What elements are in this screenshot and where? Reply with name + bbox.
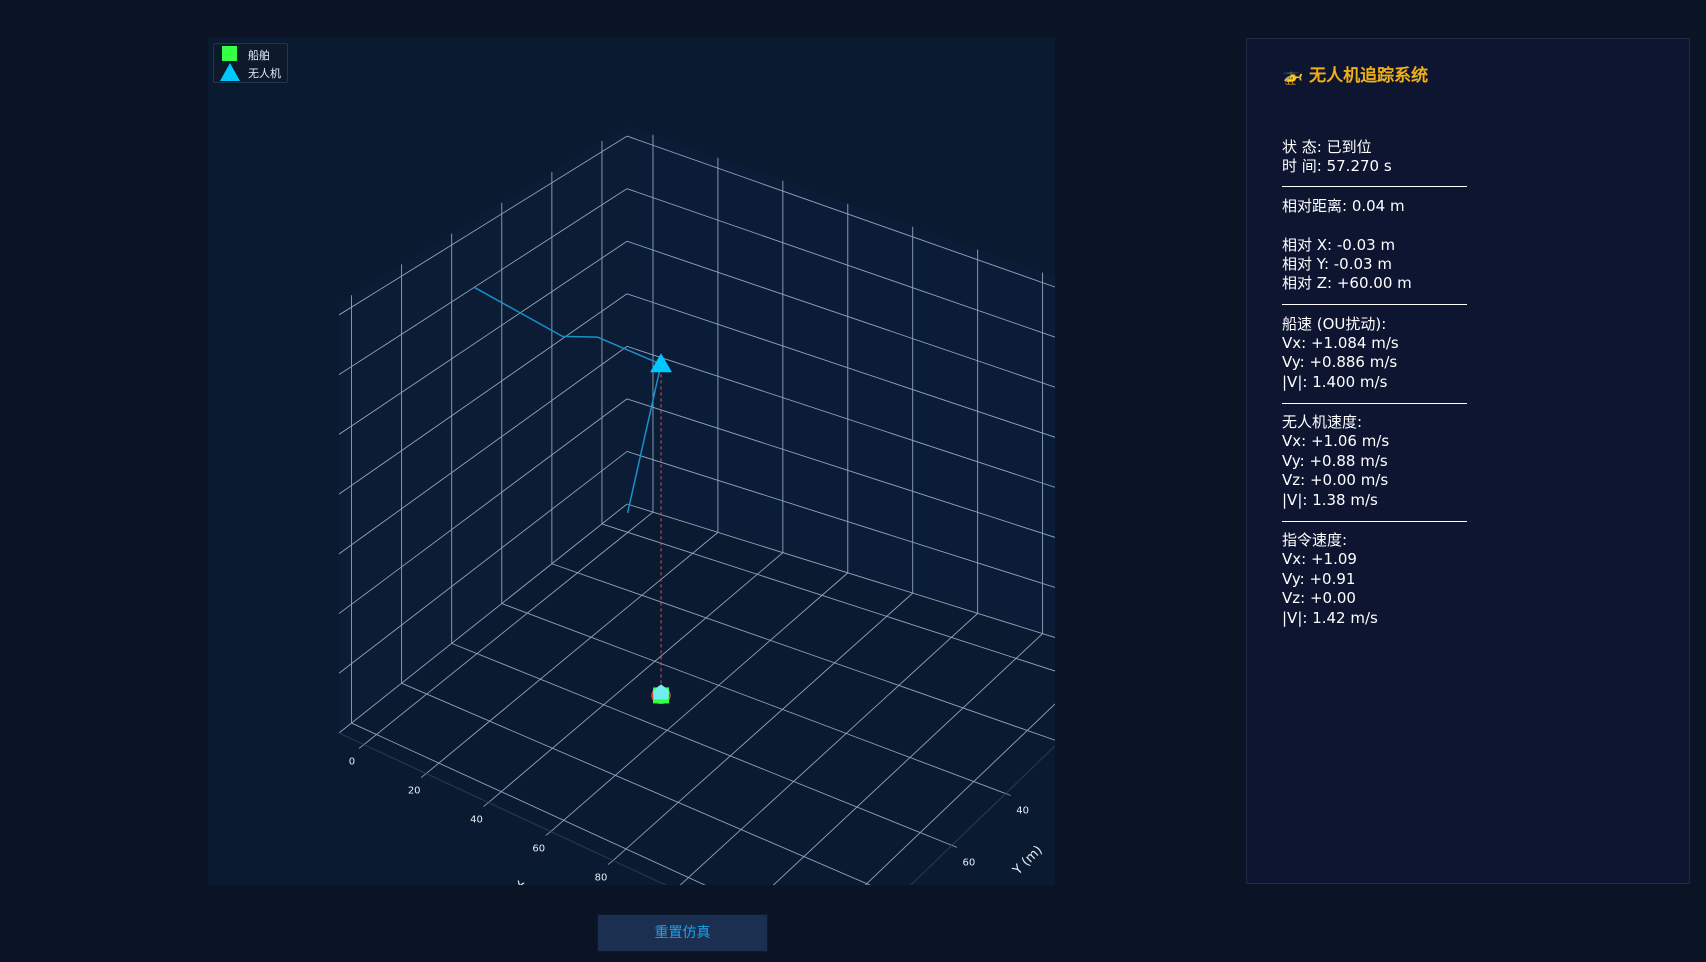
divider	[1282, 186, 1467, 187]
y-tick-label: 60	[963, 857, 976, 868]
x-tick-label: 80	[595, 873, 608, 884]
reset-simulation-button[interactable]: 重置仿真	[597, 914, 768, 952]
drone-vz-line: Vz: +0.00 m/s	[1282, 471, 1389, 489]
y-axis-label: Y (m)	[1010, 843, 1046, 879]
y-tick-label: 40	[1016, 806, 1029, 817]
x-tick-mark	[607, 860, 614, 865]
legend-label-ship: 船舶	[248, 49, 270, 62]
status-line: 状 态: 已到位	[1282, 138, 1372, 156]
y-tick-mark	[1005, 793, 1011, 796]
triangle-icon	[220, 63, 240, 81]
drone-v-line: |V|: 1.38 m/s	[1282, 491, 1378, 509]
drone-speed-header: 无人机速度:	[1282, 413, 1363, 431]
ship-v-line: |V|: 1.400 m/s	[1282, 373, 1388, 391]
x-tick-mark	[483, 802, 489, 807]
panel-title: 🚁 无人机追踪系统	[1282, 66, 1429, 86]
time-line: 时 间: 57.270 s	[1282, 157, 1392, 175]
divider	[1282, 403, 1467, 404]
command-vx-line: Vx: +1.09	[1282, 550, 1357, 568]
drone-vx-line: Vx: +1.06 m/s	[1282, 432, 1390, 450]
divider	[1282, 304, 1467, 305]
x-tick-label: 0	[349, 757, 355, 768]
relative-distance-line: 相对距离: 0.04 m	[1282, 197, 1405, 215]
legend-item-drone: 无人机	[214, 63, 287, 81]
command-vy-line: Vy: +0.91	[1282, 570, 1356, 588]
x-tick-mark	[358, 744, 365, 749]
divider	[1282, 521, 1467, 522]
drone-vy-line: Vy: +0.88 m/s	[1282, 452, 1388, 470]
3d-scene[interactable]: 0204060801001201400204060801000102030405…	[208, 37, 1055, 885]
x-tick-label: 20	[408, 786, 421, 797]
legend-item-ship: 船舶	[214, 45, 287, 63]
x-tick-mark	[420, 773, 427, 778]
x-tick-label: 60	[532, 844, 545, 855]
x-axis-label: X (m)	[512, 879, 551, 885]
x-tick-mark	[545, 831, 551, 836]
command-speed-header: 指令速度:	[1282, 531, 1348, 549]
y-tick-mark	[951, 845, 958, 848]
info-panel: 🚁 无人机追踪系统 状 态: 已到位 时 间: 57.270 s 相对距离: 0…	[1246, 38, 1690, 884]
command-v-line: |V|: 1.42 m/s	[1282, 609, 1378, 627]
ship-vy-line: Vy: +0.886 m/s	[1282, 353, 1398, 371]
relative-y-line: 相对 Y: -0.03 m	[1282, 255, 1392, 273]
x-tick-label: 40	[470, 815, 483, 826]
plot-area[interactable]: 0204060801001201400204060801000102030405…	[208, 37, 1055, 885]
relative-z-line: 相对 Z: +60.00 m	[1282, 274, 1412, 292]
legend-label-drone: 无人机	[248, 67, 281, 80]
relative-x-line: 相对 X: -0.03 m	[1282, 236, 1396, 254]
square-icon	[222, 46, 237, 61]
ship-vx-line: Vx: +1.084 m/s	[1282, 334, 1399, 352]
command-vz-line: Vz: +0.00	[1282, 589, 1356, 607]
ship-speed-header: 船速 (OU扰动):	[1282, 315, 1387, 333]
legend: 船舶 无人机	[213, 43, 288, 83]
